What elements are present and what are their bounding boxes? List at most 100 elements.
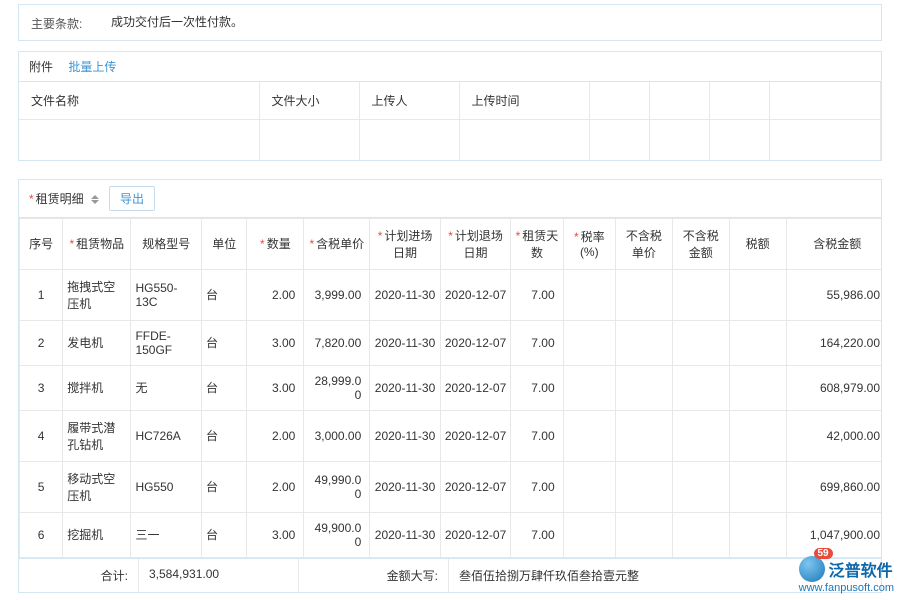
table-row[interactable]: 4履带式潜孔钻机HC726A台2.003,000.002020-11-30202…	[20, 410, 882, 461]
sort-icon[interactable]	[91, 195, 99, 204]
cell-days: 7.00	[511, 461, 563, 512]
bulk-upload-link[interactable]: 批量上传	[68, 60, 116, 74]
brand-url[interactable]: www.fanpusoft.com	[799, 582, 894, 594]
cell-price: 7,820.00	[304, 320, 370, 365]
watermark: 59 泛普软件 www.fanpusoft.com	[799, 556, 894, 594]
export-button[interactable]: 导出	[109, 186, 155, 211]
table-row[interactable]: 1拖拽式空压机HG550-13C台2.003,999.002020-11-302…	[20, 269, 882, 320]
col-uploader: 上传人	[359, 82, 459, 120]
table-row[interactable]: 6挖掘机三一台3.0049,900.002020-11-302020-12-07…	[20, 512, 882, 557]
col-price: *含税单价	[304, 218, 370, 269]
cell-ntp	[615, 410, 672, 461]
detail-header-row: 序号 *租赁物品 规格型号 单位 *数量 *含税单价 *计划进场日期 *计划退场…	[20, 218, 882, 269]
cell-ntp	[615, 269, 672, 320]
cell-days: 7.00	[511, 365, 563, 410]
cell-plan-out: 2020-12-07	[440, 410, 511, 461]
cell-plan-in: 2020-11-30	[370, 365, 441, 410]
cell-rate	[563, 365, 615, 410]
cell-rate	[563, 512, 615, 557]
col-upload-time: 上传时间	[459, 82, 589, 120]
table-row[interactable]: 5移动式空压机HG550台2.0049,990.002020-11-302020…	[20, 461, 882, 512]
cell-plan-in: 2020-11-30	[370, 269, 441, 320]
main-terms-label: 主要条款:	[31, 13, 111, 32]
cell-qty: 3.00	[247, 365, 304, 410]
col-file-size: 文件大小	[259, 82, 359, 120]
cell-tax	[729, 320, 786, 365]
cell-qty: 2.00	[247, 269, 304, 320]
cell-amount: 42,000.00	[786, 410, 881, 461]
main-terms-row: 主要条款: 成功交付后一次性付款。	[18, 4, 882, 41]
table-row[interactable]: 2发电机FFDE-150GF台3.007,820.002020-11-30202…	[20, 320, 882, 365]
cell-item: 发电机	[63, 320, 131, 365]
cell-unit: 台	[201, 320, 246, 365]
cell-unit: 台	[201, 512, 246, 557]
cell-days: 7.00	[511, 269, 563, 320]
cell-amount: 1,047,900.00	[786, 512, 881, 557]
cell-item: 履带式潜孔钻机	[63, 410, 131, 461]
cell-ntp	[615, 365, 672, 410]
cell-plan-out: 2020-12-07	[440, 365, 511, 410]
col-blank-1	[589, 82, 649, 120]
col-item: *租赁物品	[63, 218, 131, 269]
col-rate: *税率(%)	[563, 218, 615, 269]
brand-text: 泛普软件	[829, 557, 893, 581]
badge-count: 59	[814, 548, 833, 559]
cell-amount: 55,986.00	[786, 269, 881, 320]
rental-detail-header: *租赁明细 导出	[19, 180, 881, 218]
table-row[interactable]: 3搅拌机无台3.0028,999.002020-11-302020-12-077…	[20, 365, 882, 410]
cell-days: 7.00	[511, 410, 563, 461]
cell-rate	[563, 320, 615, 365]
cell-ntp	[615, 512, 672, 557]
cell-rate	[563, 269, 615, 320]
cell-qty: 3.00	[247, 512, 304, 557]
cell-unit: 台	[201, 269, 246, 320]
cell-spec: FFDE-150GF	[131, 320, 202, 365]
cell-nta	[672, 269, 729, 320]
cell-rate	[563, 461, 615, 512]
cell-price: 3,000.00	[304, 410, 370, 461]
col-unit: 单位	[201, 218, 246, 269]
cell-price: 28,999.00	[304, 365, 370, 410]
globe-icon: 59	[799, 556, 825, 582]
col-blank-2	[649, 82, 709, 120]
cell-plan-out: 2020-12-07	[440, 512, 511, 557]
cell-price: 49,990.00	[304, 461, 370, 512]
cell-plan-in: 2020-11-30	[370, 461, 441, 512]
col-seq: 序号	[20, 218, 63, 269]
cell-tax	[729, 410, 786, 461]
cell-unit: 台	[201, 365, 246, 410]
cell-item: 搅拌机	[63, 365, 131, 410]
detail-scroll[interactable]: 序号 *租赁物品 规格型号 单位 *数量 *含税单价 *计划进场日期 *计划退场…	[19, 218, 881, 558]
col-notax-price: 不含税单价	[615, 218, 672, 269]
cell-tax	[729, 365, 786, 410]
cell-spec: HG550	[131, 461, 202, 512]
cell-qty: 2.00	[247, 410, 304, 461]
cell-nta	[672, 410, 729, 461]
col-blank-3	[709, 82, 769, 120]
cell-qty: 3.00	[247, 320, 304, 365]
cell-seq: 6	[20, 512, 63, 557]
cell-plan-out: 2020-12-07	[440, 461, 511, 512]
rental-detail-title: *租赁明细	[29, 190, 99, 207]
cell-amount: 608,979.00	[786, 365, 881, 410]
cell-item: 移动式空压机	[63, 461, 131, 512]
cell-unit: 台	[201, 410, 246, 461]
col-amount: 含税金额	[786, 218, 881, 269]
total-value: 3,584,931.00	[139, 559, 299, 592]
col-notax-amount: 不含税金额	[672, 218, 729, 269]
cell-spec: 三一	[131, 512, 202, 557]
cell-days: 7.00	[511, 320, 563, 365]
cell-ntp	[615, 461, 672, 512]
col-plan-in: *计划进场日期	[370, 218, 441, 269]
main-terms-value: 成功交付后一次性付款。	[111, 13, 869, 32]
cell-unit: 台	[201, 461, 246, 512]
cell-rate	[563, 410, 615, 461]
cell-seq: 5	[20, 461, 63, 512]
total-label: 合计:	[19, 559, 139, 592]
cell-plan-in: 2020-11-30	[370, 320, 441, 365]
cell-plan-in: 2020-11-30	[370, 410, 441, 461]
cell-spec: HG550-13C	[131, 269, 202, 320]
cell-days: 7.00	[511, 512, 563, 557]
cell-amount: 699,860.00	[786, 461, 881, 512]
col-days: *租赁天数	[511, 218, 563, 269]
